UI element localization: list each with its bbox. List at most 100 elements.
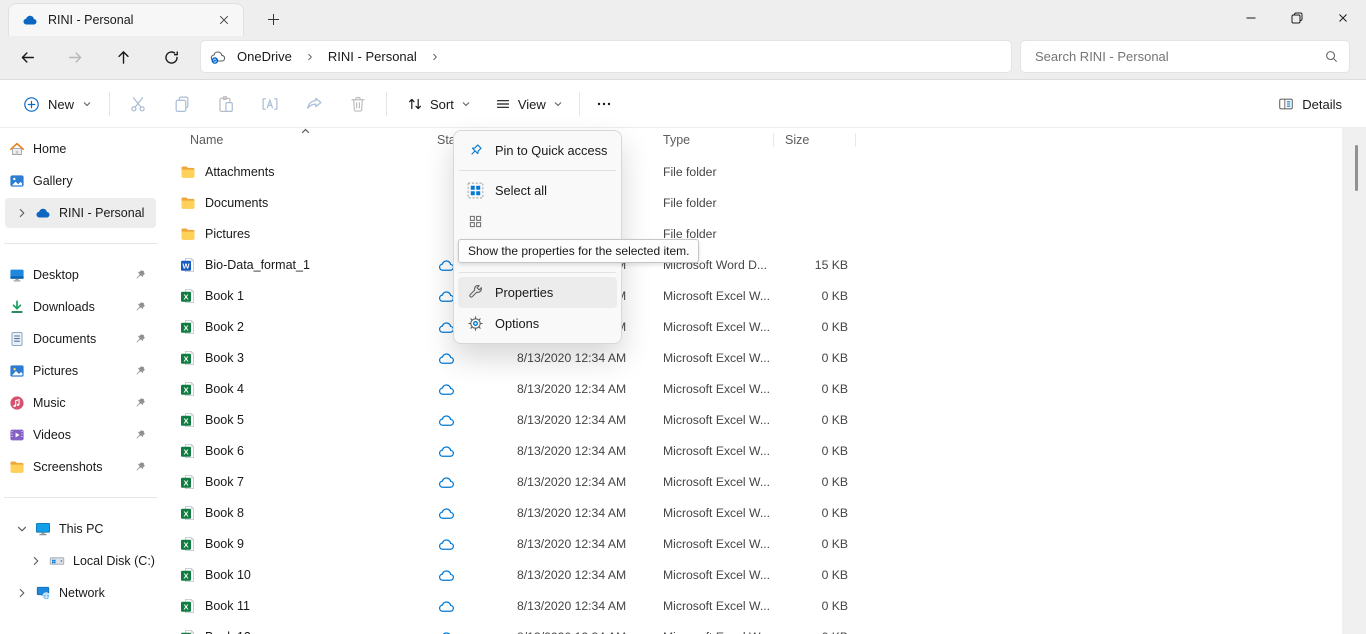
breadcrumb-current[interactable]: RINI - Personal bbox=[320, 46, 425, 67]
view-button[interactable]: View bbox=[485, 87, 573, 121]
sidebar-item[interactable]: Videos bbox=[5, 420, 156, 450]
file-row[interactable]: Book 8 8/13/2020 12:34 AM Microsoft Exce… bbox=[161, 498, 1342, 529]
menu-item-pin-to-quick-access[interactable]: Pin to Quick access bbox=[458, 135, 617, 166]
onedrive-icon bbox=[22, 12, 38, 28]
sidebar-item[interactable]: Desktop bbox=[5, 260, 156, 290]
cloud-status-icon bbox=[438, 567, 455, 584]
file-row[interactable]: Book 12 8/13/2020 12:34 AM Microsoft Exc… bbox=[161, 622, 1342, 634]
expand-chevron[interactable] bbox=[9, 521, 35, 537]
forward-button[interactable] bbox=[57, 41, 93, 73]
excel-icon bbox=[180, 412, 196, 428]
menu-item-select-all[interactable]: Select all bbox=[458, 175, 617, 206]
file-row[interactable]: Documents File folder bbox=[161, 188, 1342, 219]
file-row[interactable]: Book 1 8/13/2020 12:34 AM Microsoft Exce… bbox=[161, 281, 1342, 312]
rename-button[interactable] bbox=[248, 87, 292, 121]
folder-icon bbox=[180, 195, 196, 211]
pin-icon bbox=[133, 396, 147, 410]
sort-button[interactable]: Sort bbox=[397, 87, 481, 121]
file-row[interactable]: Book 4 8/13/2020 12:34 AM Microsoft Exce… bbox=[161, 374, 1342, 405]
close-window-button[interactable] bbox=[1320, 0, 1366, 36]
menu-item-properties[interactable]: Properties bbox=[458, 277, 617, 308]
cut-button[interactable] bbox=[116, 87, 160, 121]
menu-item-options[interactable]: Options bbox=[458, 308, 617, 339]
chevron-down-icon bbox=[553, 99, 563, 109]
file-row[interactable]: Bio-Data_format_1 8/13/2020 12:34 AM Mic… bbox=[161, 250, 1342, 281]
sidebar-item[interactable]: Music bbox=[5, 388, 156, 418]
sidebar-item[interactable]: Gallery bbox=[5, 166, 156, 196]
details-pane-button[interactable]: Details bbox=[1268, 87, 1352, 121]
tab-close-button[interactable] bbox=[211, 8, 237, 32]
expand-chevron[interactable] bbox=[9, 585, 35, 601]
copy-button[interactable] bbox=[160, 87, 204, 121]
new-tab-button[interactable] bbox=[258, 6, 288, 32]
file-name: Bio-Data_format_1 bbox=[205, 250, 310, 281]
sidebar-item[interactable]: Network bbox=[5, 578, 156, 608]
back-button[interactable] bbox=[9, 41, 45, 73]
gallery-icon bbox=[9, 173, 25, 189]
file-row[interactable]: Book 2 8/13/2020 12:34 AM Microsoft Exce… bbox=[161, 312, 1342, 343]
file-name: Book 3 bbox=[205, 343, 244, 374]
sidebar-item[interactable]: This PC bbox=[5, 514, 156, 544]
up-button[interactable] bbox=[105, 41, 141, 73]
details-label: Details bbox=[1302, 97, 1342, 112]
delete-button[interactable] bbox=[336, 87, 380, 121]
menu-item-select-none[interactable] bbox=[458, 206, 617, 237]
expand-chevron[interactable] bbox=[23, 553, 49, 569]
sidebar-item[interactable]: Downloads bbox=[5, 292, 156, 322]
scrollbar-thumb[interactable] bbox=[1355, 145, 1358, 191]
file-row[interactable]: Book 10 8/13/2020 12:34 AM Microsoft Exc… bbox=[161, 560, 1342, 591]
search-box[interactable] bbox=[1020, 40, 1350, 73]
file-name: Documents bbox=[205, 188, 268, 219]
share-button[interactable] bbox=[292, 87, 336, 121]
sidebar-item[interactable]: Pictures bbox=[5, 356, 156, 386]
cloud-status-icon bbox=[438, 629, 455, 634]
column-divider[interactable] bbox=[773, 133, 774, 147]
plus-icon bbox=[267, 13, 280, 26]
breadcrumb-onedrive[interactable]: OneDrive bbox=[229, 46, 300, 67]
address-bar[interactable]: OneDrive RINI - Personal bbox=[200, 40, 1012, 73]
refresh-button[interactable] bbox=[153, 41, 189, 73]
sidebar-item[interactable]: Screenshots bbox=[5, 452, 156, 482]
sidebar-item[interactable]: RINI - Personal bbox=[5, 198, 156, 228]
sidebar-item[interactable]: Local Disk (C:) bbox=[5, 546, 156, 576]
column-header-size[interactable]: Size bbox=[785, 128, 809, 152]
explorer-tab[interactable]: RINI - Personal bbox=[8, 3, 244, 36]
file-row[interactable]: Book 3 8/13/2020 12:34 AM Microsoft Exce… bbox=[161, 343, 1342, 374]
file-row[interactable]: Book 11 8/13/2020 12:34 AM Microsoft Exc… bbox=[161, 591, 1342, 622]
paste-button[interactable] bbox=[204, 87, 248, 121]
restore-button[interactable] bbox=[1274, 0, 1320, 36]
file-row[interactable]: Pictures File folder bbox=[161, 219, 1342, 250]
minimize-button[interactable] bbox=[1228, 0, 1274, 36]
file-row[interactable]: Book 7 8/13/2020 12:34 AM Microsoft Exce… bbox=[161, 467, 1342, 498]
folder-icon bbox=[180, 226, 196, 242]
file-row[interactable]: Attachments File folder bbox=[161, 157, 1342, 188]
new-plus-icon bbox=[23, 96, 40, 113]
file-type: File folder bbox=[663, 157, 717, 188]
see-more-button[interactable] bbox=[586, 87, 622, 121]
window-chrome: RINI - Personal OneDrive RINI - Personal bbox=[0, 0, 1366, 80]
column-header-type[interactable]: Type bbox=[663, 128, 690, 152]
thispc-icon bbox=[35, 521, 51, 537]
cloud-status-icon bbox=[438, 474, 455, 491]
minimize-icon bbox=[1243, 10, 1259, 26]
new-button[interactable]: New bbox=[12, 87, 103, 121]
file-date-modified: 8/13/2020 12:34 AM bbox=[517, 498, 626, 529]
file-row[interactable]: Book 5 8/13/2020 12:34 AM Microsoft Exce… bbox=[161, 405, 1342, 436]
vertical-scrollbar[interactable] bbox=[1342, 128, 1366, 634]
file-row[interactable]: Book 6 8/13/2020 12:34 AM Microsoft Exce… bbox=[161, 436, 1342, 467]
sidebar-item[interactable]: Home bbox=[5, 134, 156, 164]
file-row[interactable]: Book 9 8/13/2020 12:34 AM Microsoft Exce… bbox=[161, 529, 1342, 560]
expand-chevron[interactable] bbox=[9, 205, 35, 221]
sidebar-item[interactable]: Documents bbox=[5, 324, 156, 354]
file-name: Book 9 bbox=[205, 529, 244, 560]
column-header-name[interactable]: Name bbox=[190, 128, 223, 152]
search-input[interactable] bbox=[1035, 49, 1324, 64]
column-divider[interactable] bbox=[855, 133, 856, 147]
onedrive-location-icon bbox=[209, 48, 227, 66]
file-size: 0 KB bbox=[721, 374, 848, 405]
excel-icon bbox=[180, 629, 196, 634]
file-date-modified: 8/13/2020 12:34 AM bbox=[517, 374, 626, 405]
cloud-status-icon bbox=[438, 412, 455, 429]
file-date-modified: 8/13/2020 12:34 AM bbox=[517, 560, 626, 591]
file-size: 0 KB bbox=[721, 281, 848, 312]
